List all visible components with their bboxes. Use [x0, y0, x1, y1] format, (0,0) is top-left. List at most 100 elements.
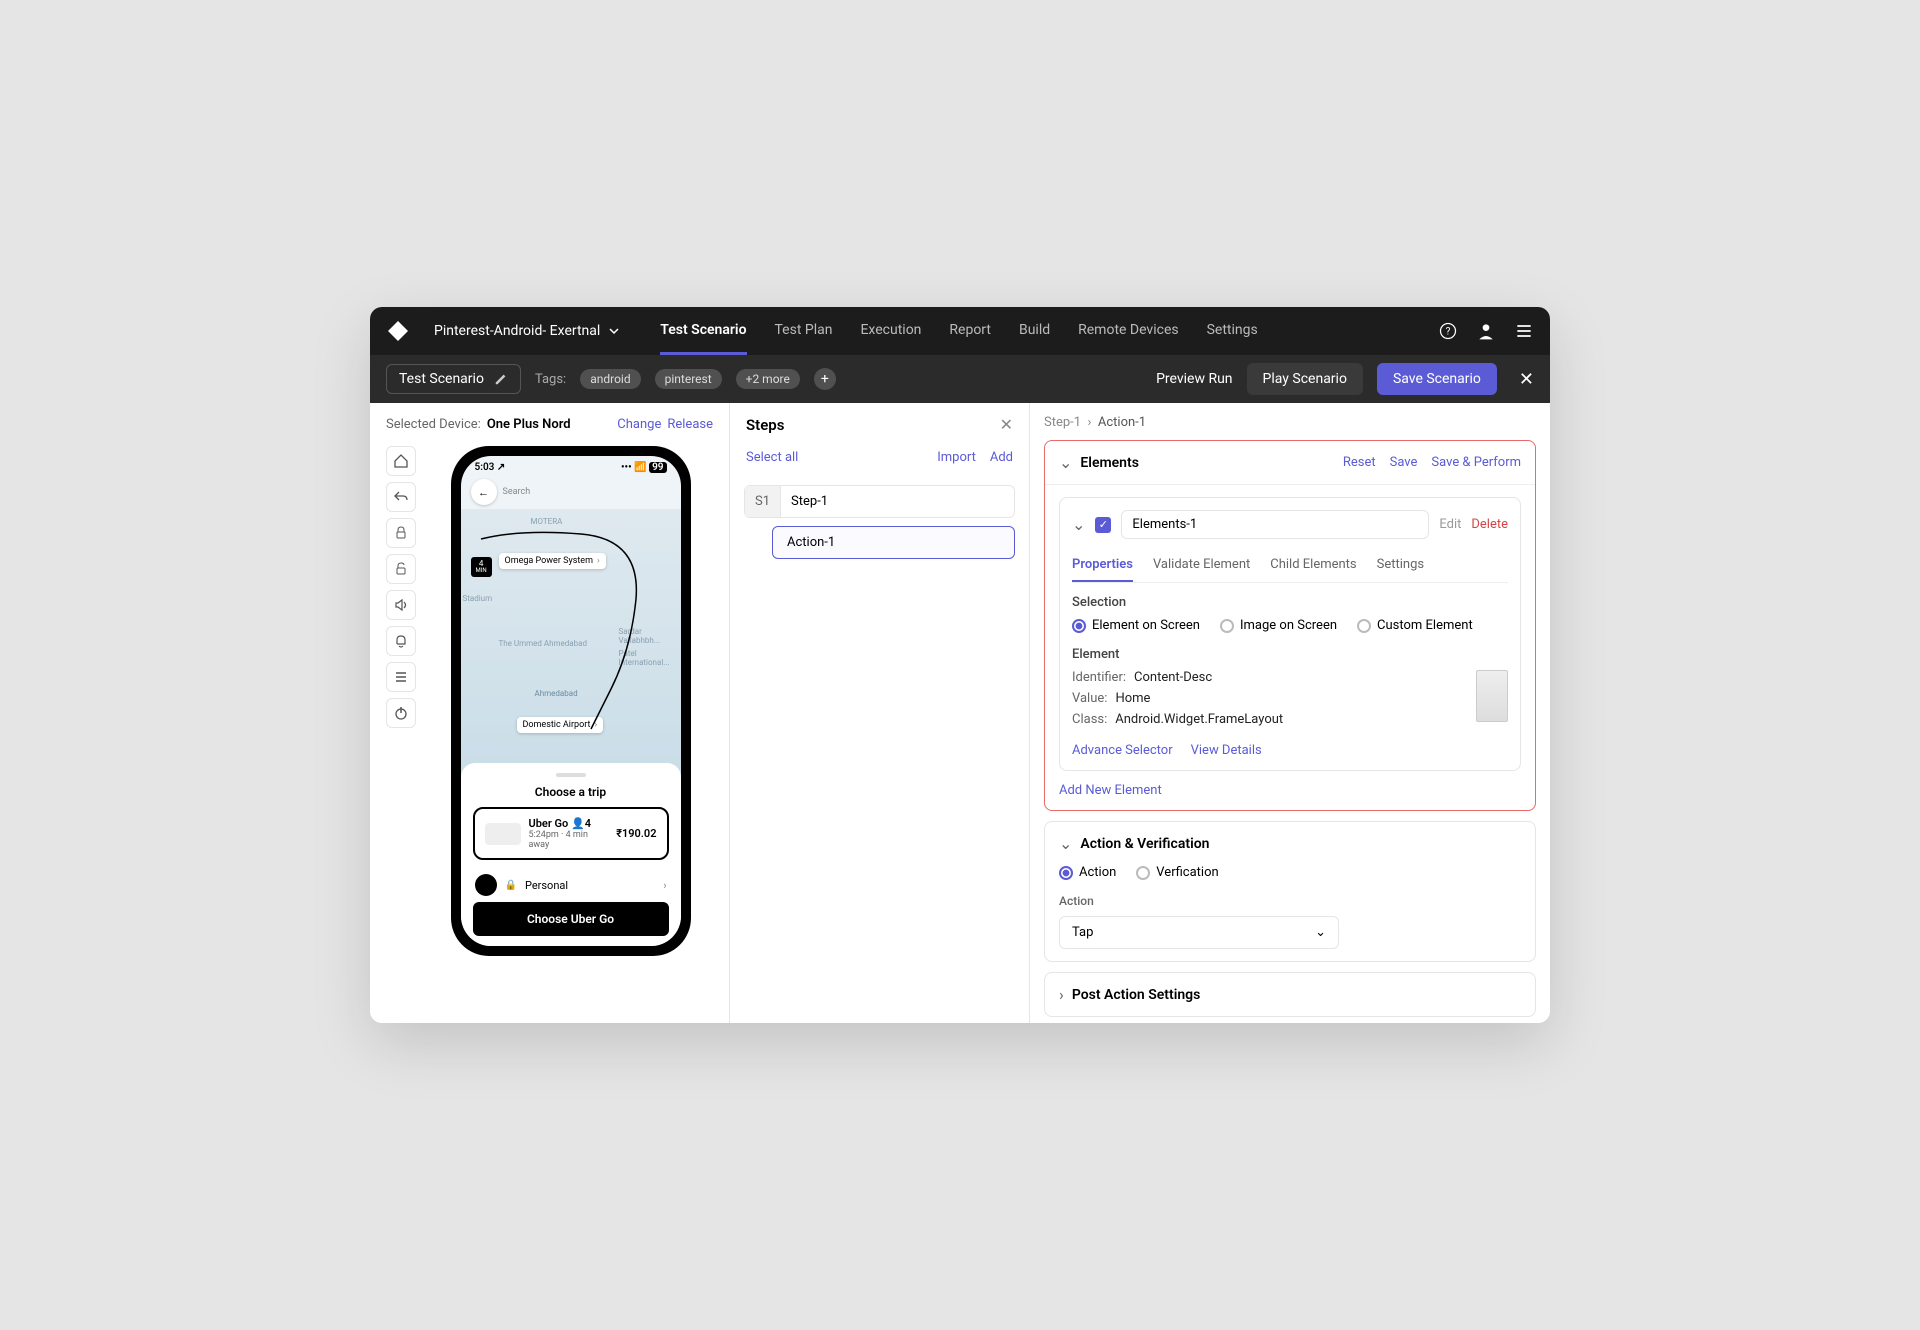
identifier-value: Content-Desc	[1134, 670, 1212, 685]
edit-icon[interactable]	[494, 372, 508, 386]
phone-back-button[interactable]: ←	[471, 479, 497, 505]
post-action-panel[interactable]: › Post Action Settings	[1044, 972, 1536, 1017]
tag-more[interactable]: +2 more	[736, 369, 800, 389]
action-1-row[interactable]: Action-1	[772, 526, 1015, 559]
save-scenario-button[interactable]: Save Scenario	[1377, 363, 1497, 395]
choose-uber-go-button[interactable]: Choose Uber Go	[473, 902, 669, 936]
release-device-button[interactable]: Release	[667, 417, 713, 432]
import-button[interactable]: Import	[937, 450, 976, 465]
crumb-step[interactable]: Step-1	[1044, 415, 1081, 430]
map-area[interactable]: 4MIN Omega Power System› Domestic Airpor…	[461, 509, 681, 779]
selection-label: Selection	[1072, 595, 1508, 610]
radio-verification[interactable]: Verfication	[1136, 865, 1218, 880]
tag-pinterest[interactable]: pinterest	[655, 369, 722, 389]
status-bar: 5:03 ↗ ••• 📶 99	[461, 456, 681, 475]
collapse-icon[interactable]: ⌄	[1059, 834, 1072, 853]
tab-remote-devices[interactable]: Remote Devices	[1078, 308, 1178, 355]
save-perform-button[interactable]: Save & Perform	[1431, 455, 1521, 470]
device-screen[interactable]: 5:03 ↗ ••• 📶 99 ← Search 4MIN Omega Powe…	[461, 456, 681, 946]
radio-element-on-screen[interactable]: Element on Screen	[1072, 618, 1200, 633]
search-row: ← Search	[461, 475, 681, 509]
advance-selector-button[interactable]: Advance Selector	[1072, 743, 1173, 758]
steps-close-icon[interactable]: ✕	[1000, 415, 1013, 434]
help-icon[interactable]: ?	[1438, 321, 1458, 341]
avatar-icon	[475, 874, 497, 896]
add-new-element-button[interactable]: Add New Element	[1059, 783, 1162, 798]
preview-run-button[interactable]: Preview Run	[1156, 371, 1232, 387]
crumb-action: Action-1	[1098, 415, 1146, 430]
action-label: Action	[1059, 894, 1521, 908]
tab-test-scenario[interactable]: Test Scenario	[660, 308, 746, 355]
ride-name: Uber Go 👤4	[529, 817, 609, 830]
elements-title: Elements	[1080, 455, 1334, 471]
tab-build[interactable]: Build	[1019, 308, 1050, 355]
scenario-name: Test Scenario	[399, 371, 484, 387]
tags-label: Tags:	[535, 372, 566, 387]
menu-icon[interactable]	[1514, 321, 1534, 341]
reset-button[interactable]: Reset	[1343, 455, 1376, 470]
ride-subtext: 5:24pm · 4 min away	[529, 830, 609, 850]
nav-right: ?	[1438, 321, 1534, 341]
radio-image-on-screen[interactable]: Image on Screen	[1220, 618, 1337, 633]
play-scenario-button[interactable]: Play Scenario	[1247, 363, 1363, 395]
search-placeholder: Search	[503, 487, 531, 497]
tab-execution[interactable]: Execution	[860, 308, 921, 355]
element-edit-button[interactable]: Edit	[1439, 517, 1461, 532]
element-value: Home	[1115, 691, 1150, 706]
project-dropdown[interactable]: Pinterest-Android- Exertnal	[434, 323, 620, 339]
subtab-child[interactable]: Child Elements	[1270, 549, 1356, 582]
lock-icon[interactable]	[386, 518, 416, 548]
ride-option-ubergo[interactable]: Uber Go 👤4 5:24pm · 4 min away ₹190.02	[473, 807, 669, 860]
top-nav: Pinterest-Android- Exertnal Test Scenari…	[370, 307, 1550, 355]
element-subtabs: Properties Validate Element Child Elemen…	[1072, 549, 1508, 583]
volume-icon[interactable]	[386, 590, 416, 620]
tab-settings[interactable]: Settings	[1207, 308, 1258, 355]
selected-device-name: One Plus Nord	[487, 417, 571, 432]
element-collapse-icon[interactable]: ⌄	[1072, 515, 1085, 534]
element-name-input[interactable]	[1121, 510, 1429, 539]
subtab-settings[interactable]: Settings	[1377, 549, 1424, 582]
back-icon[interactable]	[386, 482, 416, 512]
collapse-icon[interactable]: ⌄	[1059, 453, 1072, 472]
device-frame: 5:03 ↗ ••• 📶 99 ← Search 4MIN Omega Powe…	[451, 446, 691, 956]
power-icon[interactable]	[386, 698, 416, 728]
select-all-button[interactable]: Select all	[746, 450, 798, 465]
main-content: Selected Device: One Plus Nord Change Re…	[370, 403, 1550, 1023]
change-device-button[interactable]: Change	[617, 417, 661, 432]
user-icon[interactable]	[1476, 321, 1496, 341]
status-time: 5:03	[475, 462, 495, 473]
unlock-icon[interactable]	[386, 554, 416, 584]
home-icon[interactable]	[386, 446, 416, 476]
add-step-button[interactable]: Add	[990, 450, 1013, 465]
payment-row[interactable]: 🔒 Personal ›	[473, 868, 669, 902]
tab-report[interactable]: Report	[949, 308, 991, 355]
action-select[interactable]: Tap ⌄	[1059, 916, 1339, 949]
add-tag-button[interactable]: +	[814, 368, 836, 390]
sheet-handle[interactable]	[556, 773, 586, 777]
nav-tabs: Test Scenario Test Plan Execution Report…	[660, 308, 1438, 355]
element-delete-button[interactable]: Delete	[1471, 517, 1508, 532]
selected-device-label: Selected Device:	[386, 417, 481, 432]
project-name: Pinterest-Android- Exertnal	[434, 323, 600, 339]
element-checkbox[interactable]: ✓	[1095, 517, 1111, 533]
step-1-row[interactable]: S1 Step-1	[744, 485, 1015, 518]
post-action-title: Post Action Settings	[1072, 987, 1521, 1003]
expand-icon: ›	[1059, 985, 1064, 1004]
save-elements-button[interactable]: Save	[1390, 455, 1418, 470]
tab-test-plan[interactable]: Test Plan	[775, 308, 833, 355]
list-icon[interactable]	[386, 662, 416, 692]
car-icon	[485, 823, 521, 845]
breadcrumb: Step-1 › Action-1	[1044, 415, 1536, 430]
view-details-button[interactable]: View Details	[1191, 743, 1262, 758]
device-controls-rail	[386, 446, 416, 1009]
close-icon[interactable]: ✕	[1519, 369, 1534, 390]
element-item: ⌄ ✓ Edit Delete Properties Validate Elem…	[1059, 497, 1521, 771]
class-value: Android.Widget.FrameLayout	[1115, 712, 1283, 727]
tag-android[interactable]: android	[580, 369, 640, 389]
radio-action[interactable]: Action	[1059, 865, 1116, 880]
subtab-validate[interactable]: Validate Element	[1153, 549, 1250, 582]
bell-icon[interactable]	[386, 626, 416, 656]
subtab-properties[interactable]: Properties	[1072, 549, 1133, 582]
step-name: Step-1	[781, 486, 838, 517]
radio-custom-element[interactable]: Custom Element	[1357, 618, 1473, 633]
